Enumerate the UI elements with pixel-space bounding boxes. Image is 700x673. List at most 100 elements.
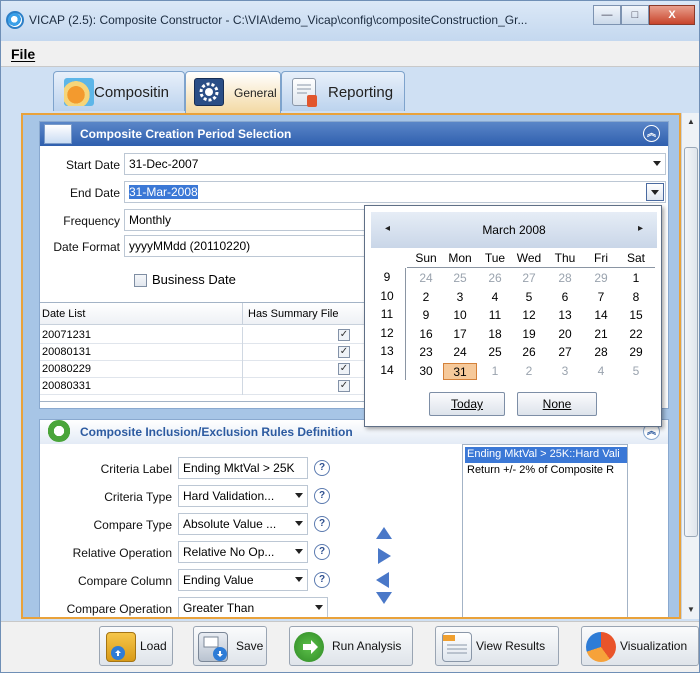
maximize-button[interactable]: □	[621, 5, 649, 25]
scroll-up-icon[interactable]: ▲	[682, 113, 699, 131]
calendar-day[interactable]: 28	[584, 344, 618, 361]
calendar-day[interactable]: 4	[584, 363, 618, 380]
calendar-day[interactable]: 6	[548, 289, 582, 306]
calendar-day[interactable]: 4	[478, 289, 512, 306]
load-button[interactable]: Load	[99, 626, 173, 666]
tab-reporting[interactable]: Reporting	[281, 71, 405, 111]
has-summary-checkbox[interactable]: ✓	[338, 329, 350, 341]
visualization-button[interactable]: Visualization	[581, 626, 699, 666]
table-row[interactable]: 20080131 ✓	[40, 344, 379, 361]
tab-compositing[interactable]: Compositin	[53, 71, 185, 111]
view-results-button[interactable]: View Results	[435, 626, 559, 666]
compare-type-select[interactable]: Absolute Value ...	[178, 513, 308, 535]
calendar-day[interactable]: 12	[512, 307, 546, 324]
rules-list[interactable]: Ending MktVal > 25K::Hard Vali Return +/…	[462, 444, 628, 617]
calendar-day[interactable]: 24	[409, 270, 443, 287]
compare-column-select[interactable]: Ending Value	[178, 569, 308, 591]
calendar-day[interactable]: 8	[619, 289, 653, 306]
calendar-day[interactable]: 19	[512, 326, 546, 343]
date-format-field[interactable]: yyyyMMdd (20110220)	[124, 235, 374, 257]
move-right-icon[interactable]	[378, 548, 391, 564]
calendar-day[interactable]: 7	[584, 289, 618, 306]
tab-label: General	[234, 86, 277, 100]
has-summary-checkbox[interactable]: ✓	[338, 363, 350, 375]
calendar-day[interactable]: 9	[409, 307, 443, 324]
table-row[interactable]: 20080331 ✓	[40, 378, 379, 395]
calendar-day[interactable]: 25	[478, 344, 512, 361]
none-button[interactable]: None	[517, 392, 597, 416]
calendar-day[interactable]: 27	[512, 270, 546, 287]
business-date-checkbox[interactable]	[134, 274, 147, 287]
start-date-field[interactable]: 31-Dec-2007	[124, 153, 666, 175]
date-picker-calendar[interactable]: ◂ March 2008 ▸ Sun Mon Tue Wed Thu Fri Sat 9 24…	[364, 205, 662, 427]
save-button-label: Save	[236, 639, 264, 653]
calendar-day[interactable]: 31	[443, 362, 477, 380]
help-icon[interactable]: ?	[314, 460, 330, 476]
end-date-dropdown-button[interactable]	[646, 183, 664, 201]
has-summary-checkbox[interactable]: ✓	[338, 380, 350, 392]
relative-operation-select[interactable]: Relative No Op...	[178, 541, 308, 563]
close-button[interactable]: X	[649, 5, 695, 25]
calendar-day[interactable]: 10	[443, 307, 477, 324]
calendar-day[interactable]: 26	[478, 270, 512, 287]
calendar-day[interactable]: 14	[584, 307, 618, 324]
help-icon[interactable]: ?	[314, 544, 330, 560]
help-icon[interactable]: ?	[314, 488, 330, 504]
scroll-down-icon[interactable]: ▼	[682, 601, 699, 619]
calendar-day[interactable]: 3	[548, 363, 582, 380]
run-analysis-button[interactable]: Run Analysis	[289, 626, 413, 666]
save-icon	[198, 632, 228, 662]
menu-file[interactable]: File	[11, 46, 35, 62]
calendar-day[interactable]: 21	[584, 326, 618, 343]
calendar-day[interactable]: 17	[443, 326, 477, 343]
calendar-day[interactable]: 16	[409, 326, 443, 343]
calendar-day[interactable]: 15	[619, 307, 653, 324]
help-icon[interactable]: ?	[314, 516, 330, 532]
calendar-day[interactable]: 28	[548, 270, 582, 287]
calendar-day[interactable]: 30	[409, 363, 443, 380]
today-button[interactable]: Today	[429, 392, 505, 416]
move-up-icon[interactable]	[376, 527, 392, 539]
calendar-day[interactable]: 20	[548, 326, 582, 343]
table-row[interactable]: 20071231 ✓	[40, 327, 379, 344]
table-row[interactable]: 20080229 ✓	[40, 361, 379, 378]
calendar-day[interactable]: 1	[478, 363, 512, 380]
collapse-period-button[interactable]: ︽	[643, 125, 660, 142]
start-date-label: Start Date	[65, 158, 120, 172]
calendar-day[interactable]: 5	[619, 363, 653, 380]
calendar-day[interactable]: 27	[548, 344, 582, 361]
criteria-type-select[interactable]: Hard Validation...	[178, 485, 308, 507]
vertical-scrollbar[interactable]: ▲ ▼	[681, 113, 699, 619]
calendar-day[interactable]: 24	[443, 344, 477, 361]
minimize-button[interactable]: —	[593, 5, 621, 25]
calendar-day[interactable]: 22	[619, 326, 653, 343]
criteria-label-field[interactable]: Ending MktVal > 25K	[178, 457, 308, 479]
calendar-day[interactable]: 3	[443, 289, 477, 306]
scroll-thumb[interactable]	[684, 147, 698, 537]
move-down-icon[interactable]	[376, 592, 392, 604]
list-item[interactable]: Return +/- 2% of Composite R	[465, 463, 627, 479]
calendar-day[interactable]: 29	[619, 344, 653, 361]
next-month-icon[interactable]: ▸	[638, 223, 643, 234]
calendar-day[interactable]: 2	[409, 289, 443, 306]
end-date-field[interactable]: 31-Mar-2008	[124, 181, 666, 203]
calendar-day[interactable]: 1	[619, 270, 653, 287]
calendar-day[interactable]: 29	[584, 270, 618, 287]
compare-operation-select[interactable]: Greater Than	[178, 597, 328, 617]
chevron-down-icon	[651, 190, 659, 195]
help-icon[interactable]: ?	[314, 572, 330, 588]
calendar-day[interactable]: 11	[478, 307, 512, 324]
calendar-day[interactable]: 13	[548, 307, 582, 324]
calendar-day[interactable]: 25	[443, 270, 477, 287]
has-summary-checkbox[interactable]: ✓	[338, 346, 350, 358]
move-left-icon[interactable]	[376, 572, 389, 588]
calendar-day[interactable]: 26	[512, 344, 546, 361]
frequency-field[interactable]: Monthly	[124, 209, 374, 231]
save-button[interactable]: Save	[193, 626, 267, 666]
calendar-day[interactable]: 23	[409, 344, 443, 361]
tab-general[interactable]: General	[185, 71, 281, 113]
list-item[interactable]: Ending MktVal > 25K::Hard Vali	[465, 447, 627, 463]
calendar-day[interactable]: 18	[478, 326, 512, 343]
calendar-day[interactable]: 2	[512, 363, 546, 380]
calendar-day[interactable]: 5	[512, 289, 546, 306]
